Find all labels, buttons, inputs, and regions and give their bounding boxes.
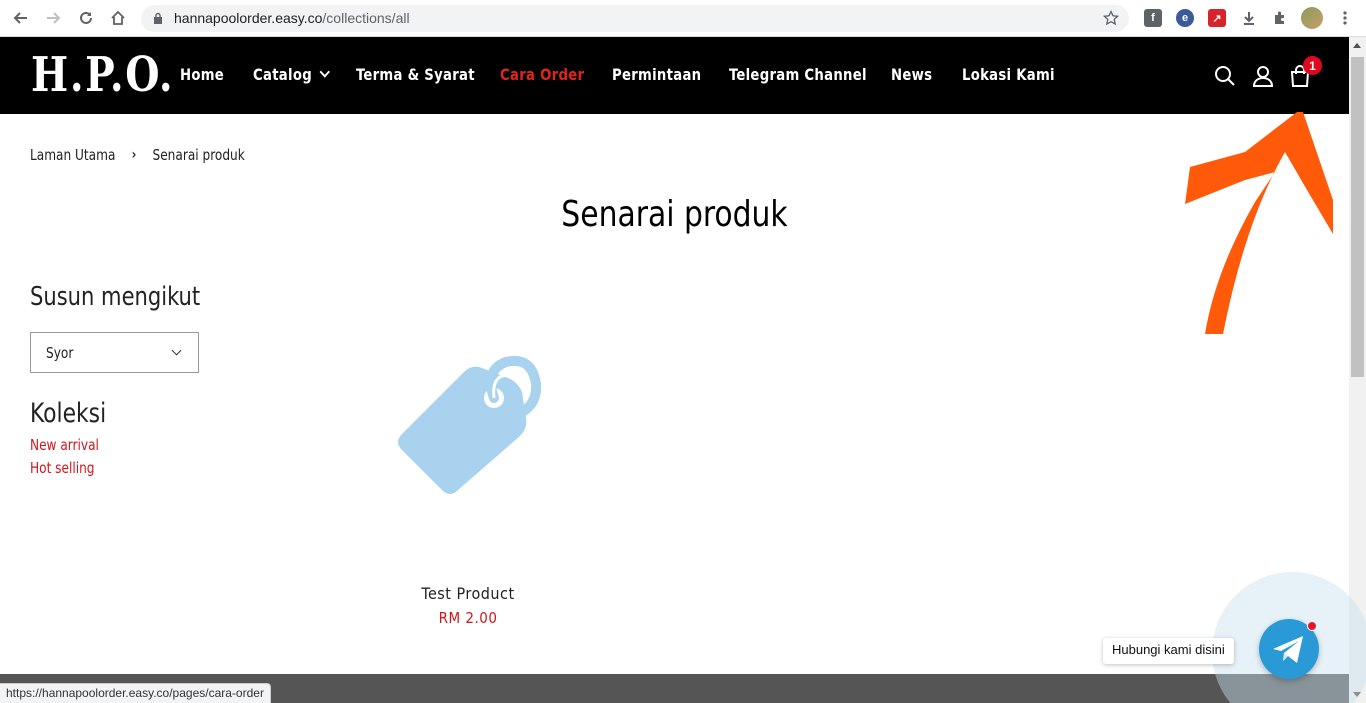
nav-cara-order[interactable]: Cara Order	[500, 65, 584, 84]
page-title: Senarai produk	[561, 194, 788, 235]
annotation-arrow-icon	[1185, 112, 1333, 334]
nav-lokasi-kami[interactable]: Lokasi Kami	[962, 65, 1055, 84]
collections-heading: Koleksi	[30, 398, 107, 429]
collection-link-new-arrival[interactable]: New arrival	[30, 436, 99, 454]
site-header: H.P.O. Home Catalog Terma & Syarat Cara …	[0, 37, 1349, 114]
address-bar[interactable]: hannapoolorder.easy.co/collections/all	[141, 5, 1129, 32]
account-icon[interactable]	[1252, 65, 1274, 87]
chevron-right-icon: ›	[131, 147, 137, 163]
chevron-down-icon	[171, 345, 182, 356]
sort-select-value: Syor	[46, 344, 74, 362]
product-price: RM 2.00	[438, 609, 498, 627]
breadcrumb-current: Senarai produk	[152, 146, 245, 164]
cart-count-badge: 1	[1303, 56, 1322, 75]
product-name[interactable]: Test Product	[368, 584, 568, 603]
home-icon[interactable]	[108, 8, 128, 28]
forward-icon[interactable]	[43, 8, 63, 28]
browser-toolbar: hannapoolorder.easy.co/collections/all f…	[0, 0, 1366, 37]
chevron-down-icon	[319, 66, 331, 78]
tag-icon[interactable]	[396, 350, 542, 496]
status-bar-url: https://hannapoolorder.easy.co/pages/car…	[0, 683, 271, 703]
url-text: hannapoolorder.easy.co/collections/all	[174, 10, 410, 26]
breadcrumb: Laman Utama › Senarai produk	[30, 146, 245, 164]
scroll-up-icon[interactable]	[1353, 43, 1361, 48]
search-icon[interactable]	[1214, 65, 1236, 87]
nav-home[interactable]: Home	[180, 65, 224, 84]
site-logo[interactable]: H.P.O.	[31, 47, 174, 103]
nav-terma-syarat[interactable]: Terma & Syarat	[356, 65, 475, 84]
sort-heading: Susun mengikut	[30, 282, 201, 312]
bookmark-star-icon[interactable]	[1103, 10, 1119, 26]
breadcrumb-home-link[interactable]: Laman Utama	[30, 146, 115, 164]
notification-dot	[1307, 621, 1317, 631]
profile-avatar[interactable]	[1301, 7, 1323, 29]
sort-select[interactable]: Syor	[30, 332, 199, 373]
scroll-thumb[interactable]	[1351, 57, 1364, 377]
lock-icon	[154, 12, 162, 24]
facebook-ext-icon[interactable]: f	[1144, 9, 1162, 27]
nav-telegram-channel[interactable]: Telegram Channel	[729, 65, 867, 84]
chat-widget-tooltip[interactable]: Hubungi kami disini	[1103, 638, 1234, 664]
nav-news[interactable]: News	[891, 65, 932, 84]
download-icon[interactable]	[1240, 9, 1258, 27]
nav-catalog[interactable]: Catalog	[253, 65, 331, 84]
menu-dots-icon[interactable]	[1336, 9, 1354, 27]
extension-e-icon[interactable]: e	[1176, 9, 1194, 27]
back-icon[interactable]	[11, 8, 31, 28]
nav-permintaan[interactable]: Permintaan	[612, 65, 701, 84]
collection-link-hot-selling[interactable]: Hot selling	[30, 459, 95, 477]
pin-ext-icon[interactable]: ↗	[1208, 9, 1226, 27]
reload-icon[interactable]	[76, 8, 96, 28]
extensions-puzzle-icon[interactable]	[1271, 9, 1289, 27]
